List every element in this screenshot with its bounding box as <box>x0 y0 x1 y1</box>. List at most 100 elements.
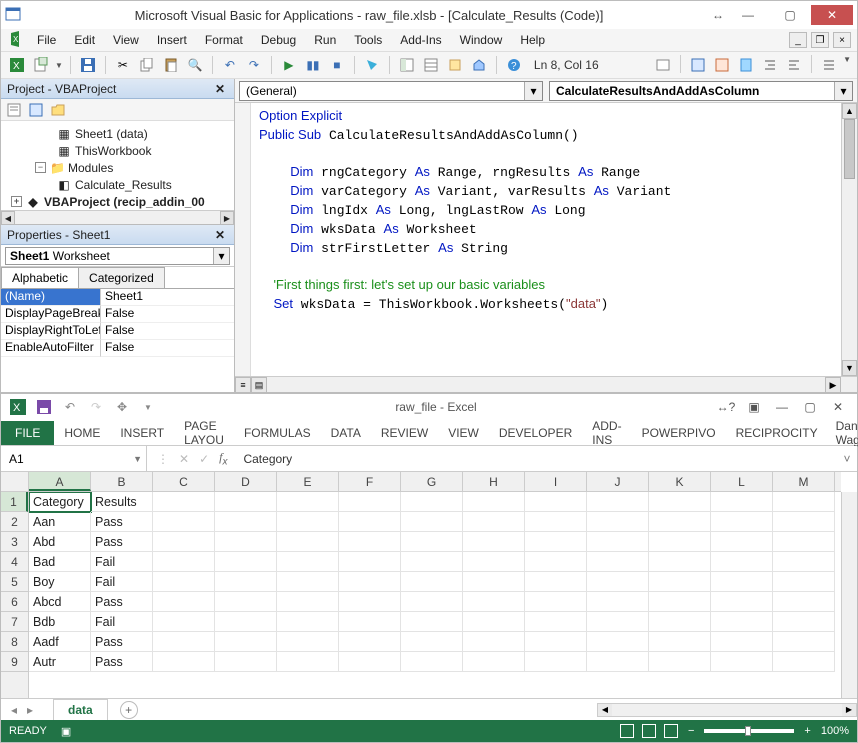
maximize-button[interactable]: ▢ <box>799 398 821 416</box>
excel-vscrollbar[interactable] <box>841 492 857 698</box>
full-module-view-button[interactable]: ▤ <box>251 377 267 393</box>
cell[interactable] <box>525 532 587 552</box>
properties-pane-close-button[interactable]: ✕ <box>212 227 228 243</box>
cell[interactable]: Bad <box>29 552 91 572</box>
scroll-left-icon[interactable]: ◀ <box>1 211 15 225</box>
qat-touch-mode-icon[interactable]: ✥ <box>113 398 131 416</box>
cell[interactable] <box>339 632 401 652</box>
property-row[interactable]: DisplayPageBreaksFalse <box>1 306 234 323</box>
cell[interactable] <box>463 492 525 512</box>
cell[interactable] <box>463 532 525 552</box>
menu-tools[interactable]: Tools <box>346 31 390 49</box>
ribbon-tab-insert[interactable]: INSERT <box>110 421 174 445</box>
cancel-formula-icon[interactable]: ✕ <box>179 452 189 466</box>
cell[interactable] <box>711 572 773 592</box>
column-header[interactable]: M <box>773 472 835 491</box>
cell[interactable]: Boy <box>29 572 91 592</box>
cell[interactable] <box>215 492 277 512</box>
cell[interactable] <box>215 552 277 572</box>
row-header[interactable]: 6 <box>1 592 28 612</box>
select-all-button[interactable] <box>1 472 29 492</box>
properties-grid[interactable]: (Name)Sheet1DisplayPageBreaksFalseDispla… <box>1 288 234 392</box>
undo-icon[interactable]: ↶ <box>220 55 240 75</box>
ribbon-tab-formulas[interactable]: FORMULAS <box>234 421 321 445</box>
cell[interactable] <box>525 572 587 592</box>
cell[interactable] <box>773 592 835 612</box>
cell[interactable] <box>587 652 649 672</box>
code-procedure-combo[interactable]: CalculateResultsAndAddAsColumn ▾ <box>549 81 853 101</box>
row-header[interactable]: 9 <box>1 652 28 672</box>
cell[interactable] <box>649 512 711 532</box>
project-hscrollbar[interactable]: ◀ ▶ <box>1 210 234 224</box>
cell[interactable] <box>773 492 835 512</box>
cell[interactable]: Results <box>91 492 153 512</box>
macro-record-icon[interactable]: ▣ <box>61 725 71 738</box>
cell[interactable]: Pass <box>91 652 153 672</box>
scroll-down-icon[interactable]: ▼ <box>842 360 857 376</box>
page-break-view-icon[interactable] <box>664 724 678 738</box>
tab-nav-first-icon[interactable]: ◂ <box>7 703 21 717</box>
excel-hscrollbar[interactable]: ◀ ▶ <box>597 703 857 717</box>
cell[interactable] <box>773 652 835 672</box>
cell[interactable] <box>525 652 587 672</box>
row-header[interactable]: 4 <box>1 552 28 572</box>
view-object-icon[interactable] <box>27 101 45 119</box>
scroll-left-icon[interactable]: ◀ <box>598 704 612 716</box>
cell[interactable] <box>153 632 215 652</box>
cell[interactable] <box>153 612 215 632</box>
view-excel-icon[interactable]: X <box>7 55 27 75</box>
combo-arrow-icon[interactable]: ▾ <box>213 248 229 264</box>
tree-calculate-results[interactable]: ◧Calculate_Results <box>3 176 232 193</box>
scroll-up-icon[interactable]: ▲ <box>842 103 857 119</box>
cell[interactable] <box>649 592 711 612</box>
cell[interactable] <box>587 512 649 532</box>
break-icon[interactable]: ▮▮ <box>303 55 323 75</box>
cell[interactable] <box>773 532 835 552</box>
procedure-view-button[interactable]: ≡ <box>235 377 251 393</box>
cell[interactable] <box>401 612 463 632</box>
cell[interactable] <box>773 632 835 652</box>
cell[interactable]: Autr <box>29 652 91 672</box>
properties-tab-categorized[interactable]: Categorized <box>78 267 165 288</box>
minimize-button[interactable]: — <box>771 398 793 416</box>
code-margin[interactable] <box>235 103 251 376</box>
fx-label-icon[interactable]: fx <box>219 450 227 467</box>
cell[interactable] <box>339 612 401 632</box>
excel-icon[interactable]: X <box>7 31 27 50</box>
cell[interactable] <box>463 612 525 632</box>
formula-input[interactable]: Category <box>235 452 837 466</box>
cell[interactable] <box>587 492 649 512</box>
cell[interactable]: Bdb <box>29 612 91 632</box>
ribbon-tab-reciprocity[interactable]: RECIPROCITY <box>726 421 828 445</box>
ribbon-tab-review[interactable]: REVIEW <box>371 421 438 445</box>
list-properties-icon[interactable] <box>819 55 839 75</box>
close-button[interactable]: ✕ <box>811 5 853 25</box>
view-code-icon[interactable] <box>5 101 23 119</box>
cell[interactable] <box>401 652 463 672</box>
bookmarks-icon[interactable] <box>736 55 756 75</box>
cell[interactable] <box>525 552 587 572</box>
row-header[interactable]: 5 <box>1 572 28 592</box>
ribbon-options-icon[interactable]: ▣ <box>743 398 765 416</box>
cell[interactable] <box>339 652 401 672</box>
excel-app-icon[interactable]: X <box>9 398 27 416</box>
toggle-folders-icon[interactable] <box>49 101 67 119</box>
cell[interactable] <box>215 592 277 612</box>
property-row[interactable]: (Name)Sheet1 <box>1 289 234 306</box>
column-header[interactable]: G <box>401 472 463 491</box>
object-browser-icon[interactable] <box>445 55 465 75</box>
cell[interactable] <box>649 552 711 572</box>
column-header[interactable]: D <box>215 472 277 491</box>
cell[interactable] <box>277 652 339 672</box>
cell[interactable] <box>463 572 525 592</box>
cell[interactable] <box>525 592 587 612</box>
reset-icon[interactable]: ■ <box>327 55 347 75</box>
cell[interactable]: Abcd <box>29 592 91 612</box>
scroll-right-icon[interactable]: ▶ <box>825 377 841 393</box>
cell[interactable] <box>215 512 277 532</box>
property-row[interactable]: EnableAutoFilterFalse <box>1 340 234 357</box>
combo-arrow-icon[interactable]: ▾ <box>834 82 852 100</box>
redo-icon[interactable]: ↷ <box>244 55 264 75</box>
cut-icon[interactable]: ✂ <box>113 55 133 75</box>
scroll-right-icon[interactable]: ▶ <box>842 704 856 716</box>
